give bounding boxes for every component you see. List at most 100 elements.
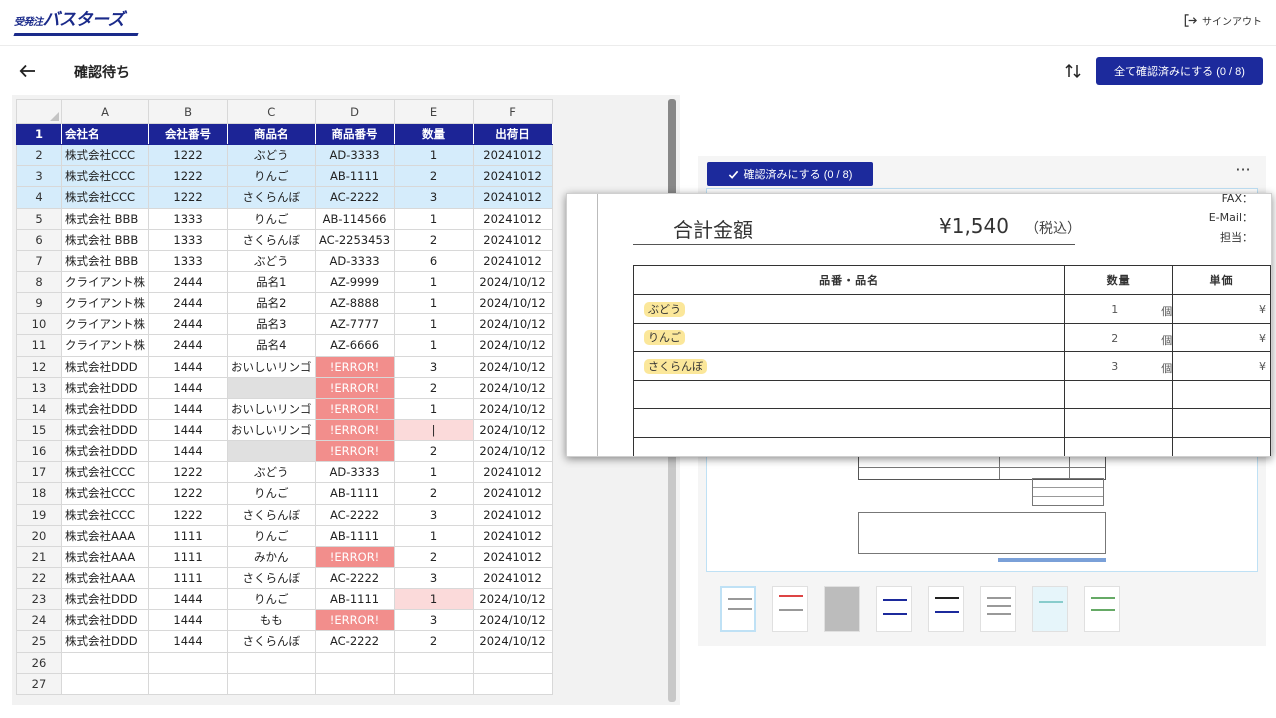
sheet-row[interactable]: 10 クライアント株 2444 品名3 AZ-7777 1 2024/10/12 bbox=[16, 313, 553, 336]
sheet-cell[interactable]: 1111 bbox=[148, 524, 229, 547]
sheet-cell[interactable]: 1444 bbox=[148, 588, 229, 611]
sheet-cell[interactable]: 品名1 bbox=[227, 270, 316, 294]
sheet-cell[interactable]: みかん bbox=[227, 545, 316, 568]
sheet-cell[interactable]: 2024/10/12 bbox=[472, 588, 553, 611]
sheet-row[interactable]: 2 株式会社CCC 1222 ぶどう AD-3333 1 20241012 bbox=[16, 144, 553, 167]
column-letter-header[interactable]: D bbox=[314, 99, 395, 124]
sheet-cell[interactable]: AB-114566 bbox=[314, 207, 395, 230]
page-thumbnail[interactable] bbox=[1084, 586, 1120, 632]
sheet-cell[interactable]: 2 bbox=[393, 630, 474, 653]
sheet-cell[interactable]: 1 bbox=[393, 397, 474, 420]
sheet-cell[interactable]: AZ-9999 bbox=[314, 270, 395, 294]
sheet-cell[interactable]: 1 bbox=[393, 334, 474, 357]
row-number[interactable]: 16 bbox=[16, 440, 62, 463]
row-number[interactable]: 12 bbox=[16, 355, 62, 378]
row-number[interactable]: 5 bbox=[16, 207, 62, 230]
sheet-cell[interactable]: !ERROR! bbox=[314, 609, 395, 632]
sheet-cell[interactable]: 1111 bbox=[148, 545, 229, 568]
item-name-highlight[interactable]: りんご bbox=[644, 330, 685, 346]
sheet-cell[interactable]: りんご bbox=[227, 588, 316, 611]
sheet-cell[interactable]: AZ-6666 bbox=[314, 334, 395, 357]
sheet-header-row[interactable]: 1 会社名 会社番号 商品名 商品番号 数量 出荷日 bbox=[16, 122, 553, 146]
sheet-cell[interactable]: 1 bbox=[393, 588, 474, 611]
sheet-row[interactable]: 23 株式会社DDD 1444 りんご AB-1111 1 2024/10/12 bbox=[16, 588, 553, 611]
confirm-button[interactable]: 確認済みにする (0 / 8) bbox=[707, 162, 873, 186]
sheet-cell[interactable]: 株式会社DDD bbox=[60, 609, 150, 632]
sort-icon[interactable] bbox=[1064, 62, 1082, 80]
sheet-row[interactable]: 24 株式会社DDD 1444 もも !ERROR! 3 2024/10/12 bbox=[16, 609, 553, 632]
column-letter-header[interactable]: B bbox=[148, 99, 229, 124]
sheet-cell[interactable]: ぶどう bbox=[227, 144, 316, 167]
sheet-cell[interactable]: 1 bbox=[393, 292, 474, 315]
sheet-cell[interactable]: さくらんぼ bbox=[227, 228, 316, 251]
sheet-cell[interactable]: 1444 bbox=[148, 440, 229, 463]
page-thumbnail[interactable] bbox=[824, 586, 860, 632]
row-number[interactable]: 26 bbox=[16, 651, 62, 674]
sheet-cell[interactable]: 20241012 bbox=[472, 165, 553, 188]
sheet-cell[interactable]: 株式会社CCC bbox=[60, 482, 150, 505]
row-number[interactable]: 13 bbox=[16, 376, 62, 399]
sheet-row[interactable]: 3 株式会社CCC 1222 りんご AB-1111 2 20241012 bbox=[16, 165, 553, 188]
sheet-cell[interactable]: 1333 bbox=[148, 207, 229, 230]
sheet-row[interactable]: 7 株式会社 BBB 1333 ぶどう AD-3333 6 20241012 bbox=[16, 249, 553, 272]
row-number[interactable]: 22 bbox=[16, 566, 62, 590]
sheet-cell[interactable]: 1333 bbox=[148, 249, 229, 272]
sheet-cell[interactable]: 1 bbox=[393, 524, 474, 547]
sheet-cell[interactable]: 1444 bbox=[148, 609, 229, 632]
back-arrow-icon[interactable] bbox=[18, 61, 38, 81]
sheet-cell[interactable]: 株式会社CCC bbox=[60, 144, 150, 167]
sheet-cell[interactable]: 3 bbox=[393, 186, 474, 209]
sheet-cell[interactable] bbox=[314, 672, 395, 695]
sheet-cell[interactable]: クライアント株 bbox=[60, 292, 150, 315]
column-letter-header[interactable]: C bbox=[227, 99, 316, 124]
sheet-cell[interactable]: 20241012 bbox=[472, 461, 553, 484]
row-number[interactable]: 23 bbox=[16, 588, 62, 611]
row-number[interactable]: 25 bbox=[16, 630, 62, 653]
column-letter-header[interactable]: F bbox=[472, 99, 553, 124]
row-number[interactable]: 6 bbox=[16, 228, 62, 251]
sheet-cell[interactable]: 2 bbox=[393, 228, 474, 251]
sheet-cell[interactable]: 2024/10/12 bbox=[472, 397, 553, 420]
sheet-cell[interactable]: 株式会社CCC bbox=[60, 186, 150, 209]
sheet-cell[interactable]: りんご bbox=[227, 207, 316, 230]
sheet-cell[interactable]: 20241012 bbox=[472, 545, 553, 568]
sheet-row[interactable]: 14 株式会社DDD 1444 おいしいリンゴ !ERROR! 1 2024/10/12 bbox=[16, 397, 553, 420]
sheet-cell[interactable]: 1333 bbox=[148, 228, 229, 251]
sheet-cell[interactable]: 株式会社DDD bbox=[60, 440, 150, 463]
sheet-cell[interactable]: 20241012 bbox=[472, 186, 553, 209]
sheet-cell[interactable]: !ERROR! bbox=[314, 355, 395, 378]
row-number[interactable]: 18 bbox=[16, 482, 62, 505]
sheet-cell[interactable]: 1444 bbox=[148, 376, 229, 399]
sheet-cell[interactable]: 株式会社CCC bbox=[60, 165, 150, 188]
confirm-all-button[interactable]: 全て確認済みにする (0 / 8) bbox=[1096, 57, 1263, 85]
page-thumbnail[interactable] bbox=[876, 586, 912, 632]
sheet-cell[interactable]: AB-1111 bbox=[314, 482, 395, 505]
app-logo[interactable]: 受発注バスターズ bbox=[13, 10, 139, 36]
sheet-cell[interactable]: 2024/10/12 bbox=[472, 334, 553, 357]
sheet-cell[interactable]: さくらんぼ bbox=[227, 630, 316, 653]
sheet-cell[interactable] bbox=[472, 672, 553, 695]
sheet-row[interactable]: 8 クライアント株 2444 品名1 AZ-9999 1 2024/10/12 bbox=[16, 270, 553, 294]
sheet-cell[interactable]: 2 bbox=[393, 376, 474, 399]
sheet-cell[interactable]: 商品名 bbox=[227, 122, 316, 146]
sheet-cell[interactable]: 株式会社DDD bbox=[60, 397, 150, 420]
sheet-cell[interactable]: 2 bbox=[393, 482, 474, 505]
sheet-cell[interactable]: 株式会社AAA bbox=[60, 545, 150, 568]
sheet-row[interactable]: 5 株式会社 BBB 1333 りんご AB-114566 1 20241012 bbox=[16, 207, 553, 230]
sheet-cell[interactable]: ぶどう bbox=[227, 461, 316, 484]
sheet-cell[interactable]: 1 bbox=[393, 461, 474, 484]
row-number[interactable]: 9 bbox=[16, 292, 62, 315]
sheet-cell[interactable]: さくらんぼ bbox=[227, 186, 316, 209]
row-number[interactable]: 17 bbox=[16, 461, 62, 484]
sheet-cell[interactable]: 1222 bbox=[148, 461, 229, 484]
sheet-cell[interactable]: クライアント株 bbox=[60, 313, 150, 336]
sheet-cell[interactable]: 1444 bbox=[148, 418, 229, 442]
sheet-cell[interactable] bbox=[393, 651, 474, 674]
sheet-cell[interactable]: 2024/10/12 bbox=[472, 292, 553, 315]
sheet-cell[interactable]: 20241012 bbox=[472, 524, 553, 547]
sheet-cell[interactable]: AC-2222 bbox=[314, 566, 395, 590]
sheet-row[interactable]: 11 クライアント株 2444 品名4 AZ-6666 1 2024/10/12 bbox=[16, 334, 553, 357]
sheet-cell[interactable]: りんご bbox=[227, 165, 316, 188]
row-number[interactable]: 21 bbox=[16, 545, 62, 568]
sheet-cell[interactable]: 1111 bbox=[148, 566, 229, 590]
